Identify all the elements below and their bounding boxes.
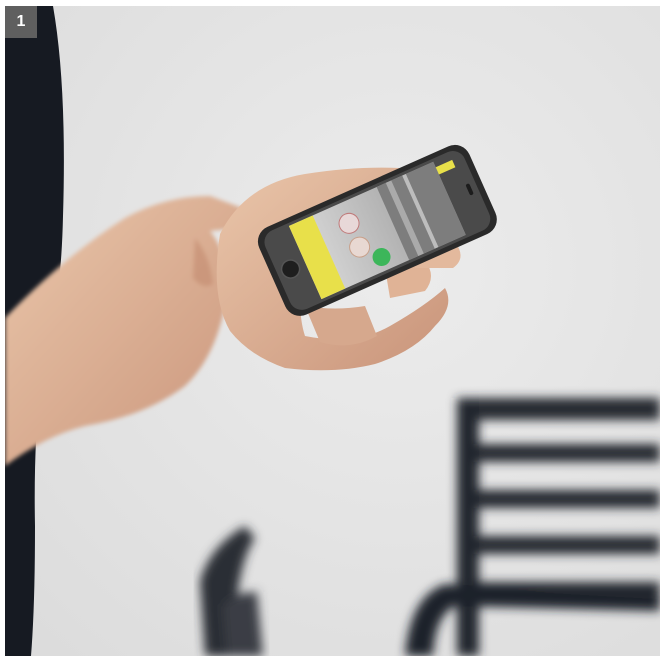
figure-number-badge: 1 (5, 6, 37, 38)
photograph (5, 6, 660, 656)
photo-frame: 1 (0, 0, 664, 661)
